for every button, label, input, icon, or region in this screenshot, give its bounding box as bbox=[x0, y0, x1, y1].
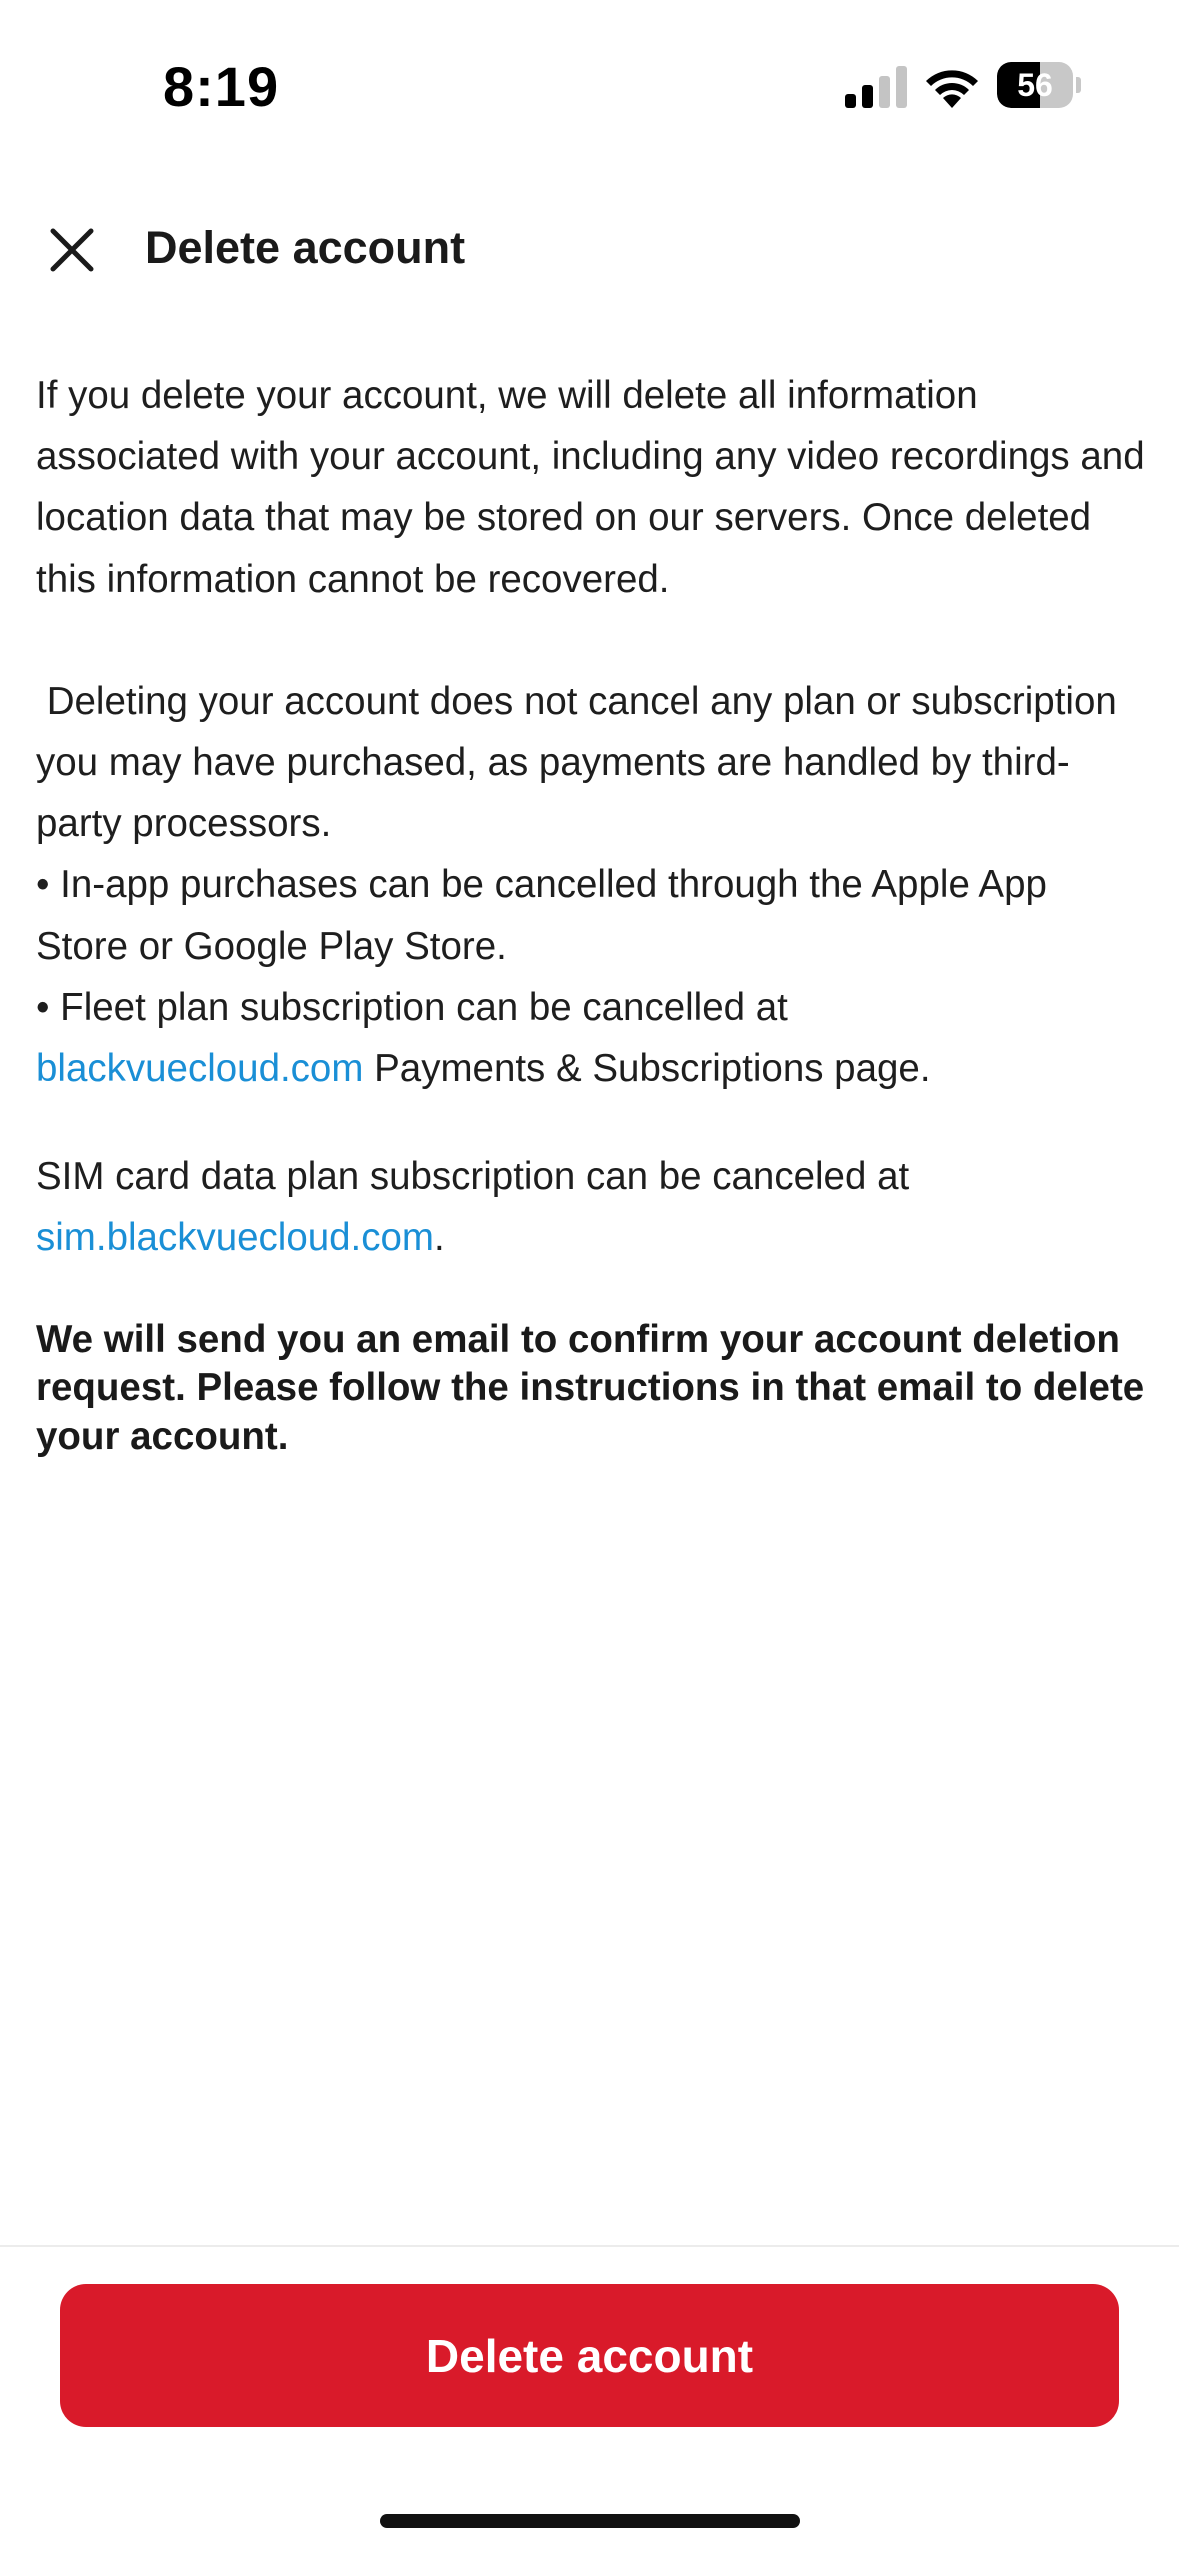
page-title: Delete account bbox=[145, 222, 466, 273]
confirmation-email-note: We will send you an email to confirm you… bbox=[36, 1317, 1145, 1458]
home-indicator bbox=[380, 2514, 800, 2528]
fleet-plan-bullet-suffix: Payments & Subscriptions page. bbox=[363, 1047, 931, 1091]
content-body: If you delete your account, we will dele… bbox=[36, 365, 1146, 1461]
in-app-purchase-bullet: • In-app purchases can be cancelled thro… bbox=[36, 863, 1047, 968]
status-time: 8:19 bbox=[163, 55, 280, 118]
battery-level: 56 bbox=[1017, 67, 1053, 103]
sim-plan-suffix: . bbox=[434, 1216, 445, 1260]
delete-account-button[interactable]: Delete account bbox=[60, 2284, 1119, 2427]
footer-divider bbox=[0, 2245, 1179, 2247]
subscription-notice-text: Deleting your account does not cancel an… bbox=[36, 679, 1128, 846]
close-button[interactable] bbox=[36, 218, 108, 282]
sim-plan-prefix: SIM card data plan subscription can be c… bbox=[36, 1155, 910, 1199]
battery-body: 56 bbox=[997, 62, 1073, 108]
fleet-plan-bullet: • Fleet plan subscription can be cancell… bbox=[36, 977, 1146, 1099]
header: Delete account bbox=[0, 200, 1179, 300]
status-bar: 8:19 56 bbox=[0, 0, 1179, 175]
sim-blackvuecloud-link[interactable]: sim.blackvuecloud.com bbox=[36, 1216, 434, 1259]
close-icon bbox=[50, 228, 94, 272]
signal-icon bbox=[845, 66, 907, 108]
deletion-warning-text: If you delete your account, we will dele… bbox=[36, 374, 1145, 601]
blackvuecloud-link[interactable]: blackvuecloud.com bbox=[36, 1047, 363, 1090]
battery-nub bbox=[1076, 77, 1081, 93]
sim-plan-text: SIM card data plan subscription can be c… bbox=[36, 1146, 1146, 1268]
delete-account-screen: 8:19 56 Delete account If you delete you… bbox=[0, 0, 1179, 2556]
fleet-plan-bullet-prefix: • Fleet plan subscription can be cancell… bbox=[36, 985, 788, 1029]
wifi-icon bbox=[926, 70, 978, 108]
battery-icon: 56 bbox=[997, 62, 1081, 108]
